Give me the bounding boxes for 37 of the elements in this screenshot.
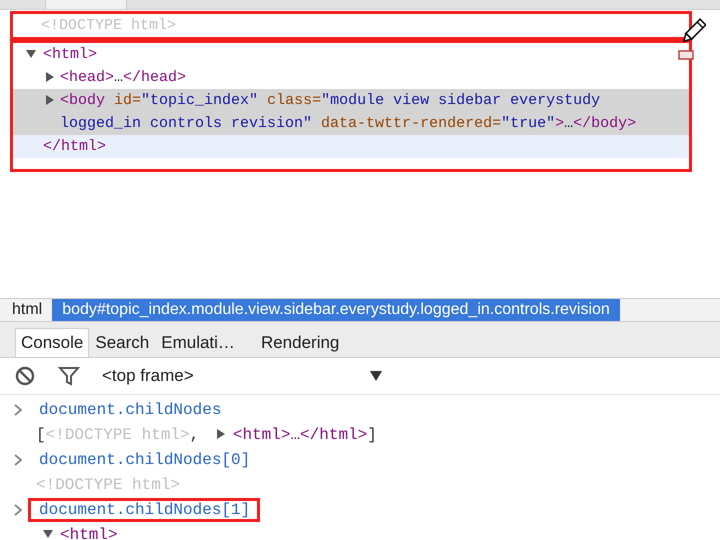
expand-triangle-icon[interactable] (25, 48, 37, 60)
panel-tab[interactable]: Emulati… (155, 328, 241, 357)
console-output-text: , (190, 426, 200, 444)
console-output-text: <!DOCTYPE html> (46, 426, 190, 444)
small-rectangle-icon[interactable] (678, 50, 694, 60)
console-output-text: <html> (60, 526, 118, 540)
prompt-chevron-icon (14, 454, 22, 466)
prompt-chevron-icon (14, 404, 22, 416)
collapse-triangle-icon[interactable] (44, 94, 56, 106)
tree-row[interactable]: <body id="topic_index" class="module view sidebar everystudy logged_in controls revision" data-twttr-rendered="true">…</body> (13, 89, 689, 135)
html-source-text: <body id="topic_index" class="module view sidebar everystudy logged_in controls revision" data-twttr-rendered="true">…</body> (60, 91, 638, 134)
console-output-text: <!DOCTYPE html> (36, 476, 180, 494)
dropdown-caret-icon (370, 371, 382, 381)
html-source-text: <html> (43, 45, 98, 65)
clear-console-icon[interactable] (14, 365, 36, 387)
console-output-text: <html>…</html> (232, 426, 368, 444)
tree-row[interactable]: </html> (13, 135, 689, 158)
tree-row[interactable]: <head>…</head> (13, 66, 689, 89)
console-command: document.childNodes[1] (28, 498, 260, 522)
filter-icon[interactable] (58, 365, 80, 387)
prompt-chevron-icon (14, 504, 22, 516)
panel-tab[interactable]: Rendering (254, 328, 346, 357)
console-output-text: [ (36, 426, 46, 444)
panel-tab[interactable]: Search (89, 328, 156, 357)
collapse-triangle-icon[interactable] (44, 71, 56, 83)
breadcrumb-item[interactable]: body#topic_index.module.view.sidebar.everystudy.logged_in.controls.revision (52, 299, 620, 321)
console-output-text: ] (367, 426, 377, 444)
expand-triangle-icon[interactable] (42, 528, 54, 540)
console-command: document.childNodes[0] (38, 450, 252, 470)
html-source-text: <!DOCTYPE html> (41, 16, 176, 36)
panel-tab[interactable]: Console (15, 328, 90, 357)
breadcrumb-item[interactable]: html (6, 299, 48, 321)
html-source-text: <head>…</head> (60, 68, 186, 88)
html-source-text: </html> (43, 137, 106, 157)
frame-select[interactable]: <top frame> (102, 366, 382, 386)
console-command: document.childNodes (38, 400, 222, 420)
collapse-triangle-icon[interactable] (214, 428, 227, 440)
